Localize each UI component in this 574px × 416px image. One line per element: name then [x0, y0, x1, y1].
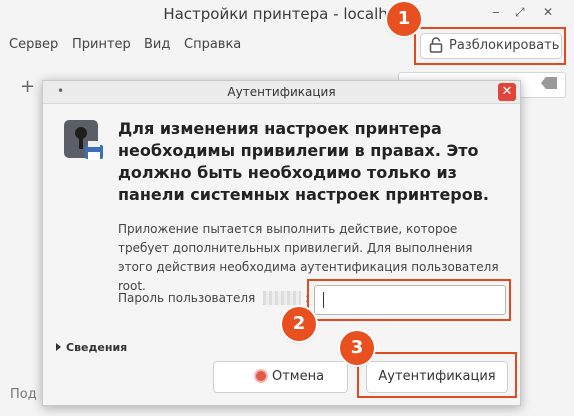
menu-view[interactable]: Вид — [144, 37, 170, 52]
maximize-icon[interactable]: ⤢ — [515, 5, 525, 20]
callout-highlight-3 — [357, 352, 517, 398]
cancel-icon — [256, 371, 266, 381]
menu-server[interactable]: Сервер — [9, 37, 58, 52]
menu-help[interactable]: Справка — [184, 37, 241, 52]
minimize-icon[interactable]: ‒ — [492, 5, 500, 19]
callout-badge-1: 1 — [387, 2, 421, 36]
add-icon[interactable]: + — [20, 76, 35, 97]
close-icon[interactable]: ✕ — [498, 83, 516, 101]
close-main-icon[interactable]: ✕ — [543, 5, 553, 19]
cancel-label: Отмена — [272, 369, 325, 384]
expander-arrow-icon — [56, 343, 61, 351]
details-label: Сведения — [66, 341, 128, 354]
status-text: Под — [10, 387, 37, 402]
redacted-username — [263, 291, 301, 305]
key-printer-icon — [63, 119, 105, 163]
callout-highlight-1 — [414, 27, 566, 65]
dialog-titlebar: • Аутентификация ✕ — [43, 81, 520, 104]
callout-badge-2: 2 — [282, 307, 316, 341]
main-window-title: Настройки принтера - localhost — [163, 5, 411, 23]
password-label: Пароль пользователя — [118, 291, 256, 305]
callout-highlight-2 — [307, 279, 511, 321]
cancel-button[interactable]: Отмена — [213, 361, 348, 393]
menu-printer[interactable]: Принтер — [72, 37, 131, 52]
main-titlebar: Настройки принтера - localhost ‒ ⤢ ✕ — [0, 0, 574, 30]
dialog-title: Аутентификация — [227, 85, 336, 99]
dialog-headline: Для изменения настроек принтера необходи… — [118, 119, 489, 204]
callout-badge-3: 3 — [340, 331, 374, 365]
details-expander[interactable]: Сведения — [56, 341, 127, 354]
clear-icon[interactable] — [541, 77, 557, 89]
